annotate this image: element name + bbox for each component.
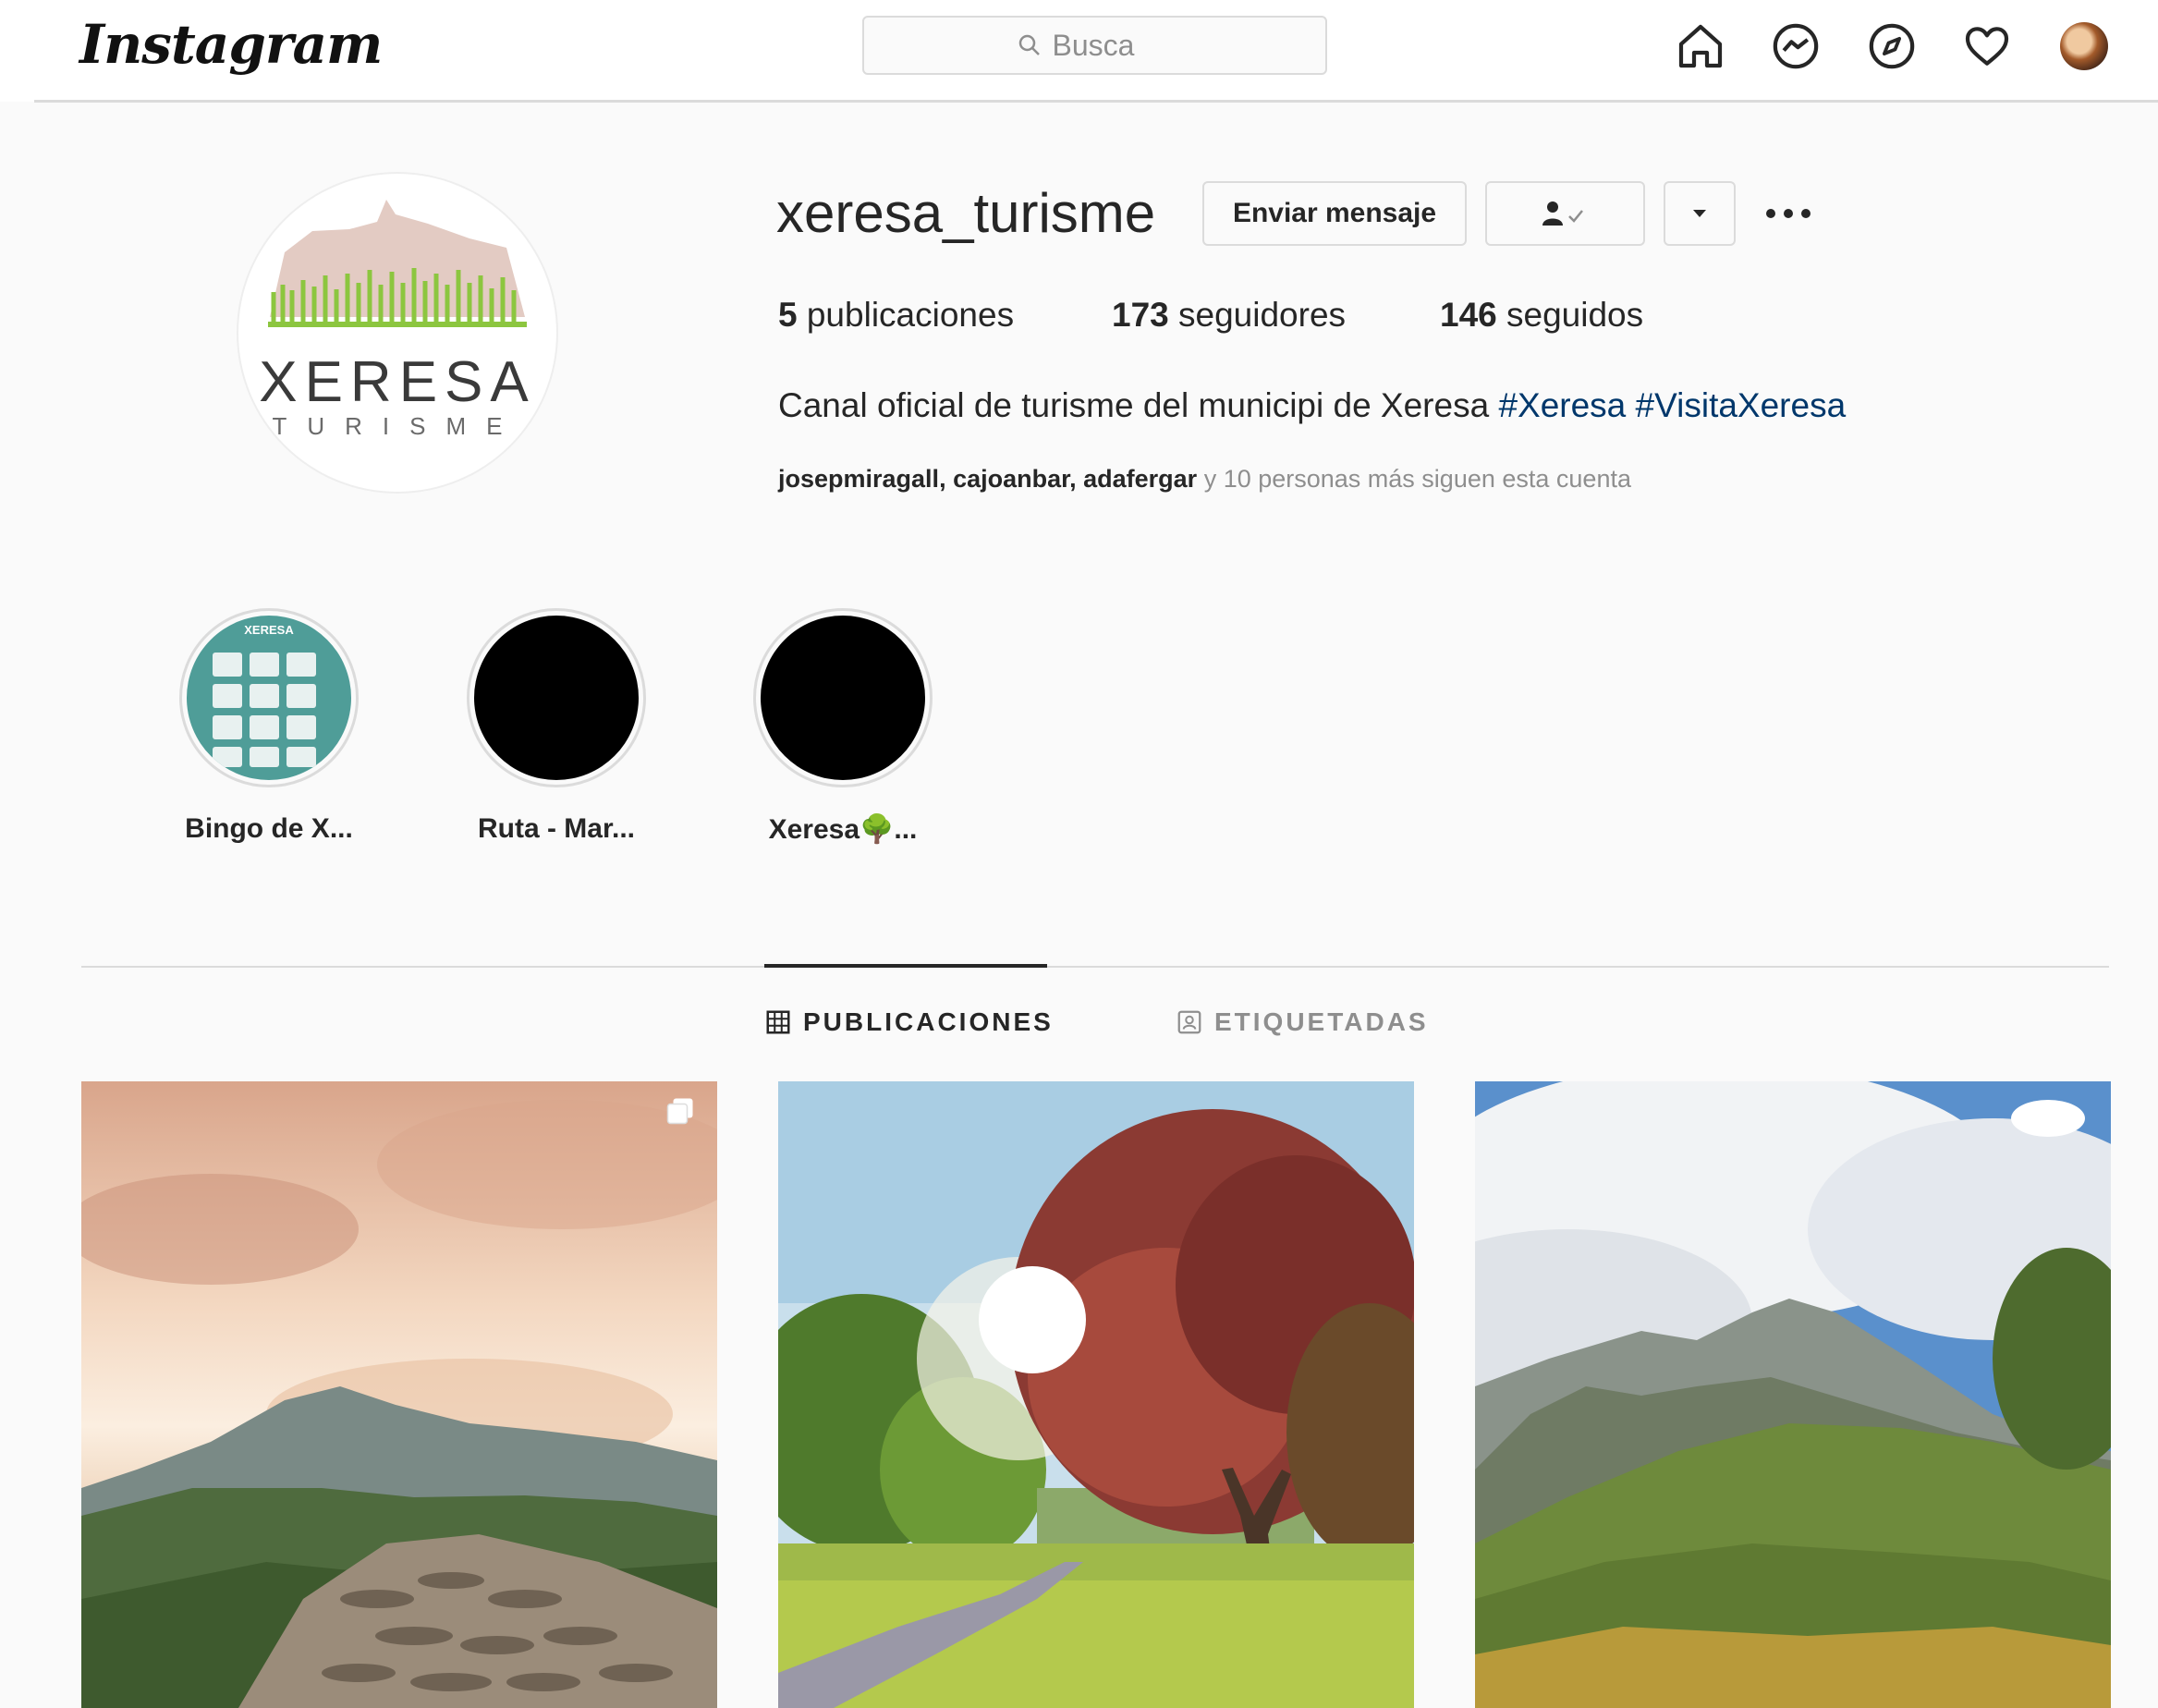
logo-wordmark: XERESA xyxy=(259,350,536,414)
top-navigation-bar: Instagram xyxy=(0,0,2158,102)
posts-count: 5 xyxy=(778,296,798,334)
search-input[interactable] xyxy=(1050,27,1175,64)
tabs-divider xyxy=(81,966,2109,968)
logo-subtitle: TURISME xyxy=(272,412,523,440)
xeresa-turisme-logo xyxy=(268,200,527,327)
post-thumbnail[interactable] xyxy=(778,1081,1414,1708)
bio-text: Canal oficial de turisme del municipi de… xyxy=(778,386,1499,424)
following-label: seguidos xyxy=(1506,296,1644,334)
caret-down-icon xyxy=(1693,210,1706,217)
person-check-icon xyxy=(1542,201,1583,226)
more-options-icon[interactable] xyxy=(1762,198,1815,229)
followers-count: 173 xyxy=(1112,296,1169,334)
carousel-icon xyxy=(666,1098,693,1125)
topbar-divider xyxy=(34,100,2158,103)
user-avatar[interactable] xyxy=(2060,22,2108,70)
suggestions-dropdown-button[interactable] xyxy=(1664,181,1736,246)
post-thumbnail[interactable] xyxy=(81,1081,717,1708)
highlight-ruta[interactable] xyxy=(467,608,646,787)
highlight-label: Bingo de X... xyxy=(185,813,353,844)
tab-etiquetadas[interactable]: ETIQUETADAS xyxy=(1176,1007,1429,1037)
stat-followers[interactable]: 173 seguidores xyxy=(1112,296,1346,335)
tag-icon xyxy=(1177,1010,1201,1034)
followed-by-suffix: y 10 personas más siguen esta cuenta xyxy=(1197,465,1631,493)
posts-label: publicaciones xyxy=(806,296,1015,334)
heart-icon[interactable] xyxy=(1961,20,2013,72)
tab-label: ETIQUETADAS xyxy=(1214,1007,1429,1036)
following-count: 146 xyxy=(1440,296,1497,334)
tab-label: PUBLICACIONES xyxy=(803,1007,1054,1036)
highlight-cover: XERESA xyxy=(187,616,351,780)
grid-icon xyxy=(766,1010,790,1034)
tab-publicaciones[interactable]: PUBLICACIONES xyxy=(764,1007,1054,1037)
profile-bio: Canal oficial de turisme del municipi de… xyxy=(778,386,1846,425)
highlight-xeresa[interactable] xyxy=(753,608,933,787)
highlight-cover xyxy=(474,616,639,780)
highlight-label: Xeresa🌳... xyxy=(768,814,918,845)
messenger-icon[interactable] xyxy=(1770,20,1822,72)
profile-username: xeresa_turisme xyxy=(776,182,1156,244)
search-box[interactable] xyxy=(862,16,1327,75)
explore-icon[interactable] xyxy=(1866,20,1918,72)
post-thumbnail[interactable] xyxy=(1475,1081,2111,1708)
highlight-label: Ruta - Mar... xyxy=(477,813,636,844)
following-button[interactable] xyxy=(1485,181,1645,246)
send-message-button[interactable]: Enviar mensaje xyxy=(1202,181,1467,246)
highlight-bingo[interactable]: XERESA xyxy=(179,608,359,787)
post-image-park-tree xyxy=(778,1081,1414,1708)
followers-label: seguidores xyxy=(1178,296,1347,334)
post-image-mountain-valley xyxy=(1475,1081,2111,1708)
followed-by[interactable]: josepmiragall, cajoanbar, adafergar y 10… xyxy=(778,465,1631,494)
stat-posts: 5 publicaciones xyxy=(778,296,1014,335)
search-icon xyxy=(1018,34,1040,55)
instagram-logo[interactable]: Instagram xyxy=(79,13,383,76)
active-tab-indicator xyxy=(764,964,1047,968)
followed-by-names[interactable]: josepmiragall, cajoanbar, adafergar xyxy=(778,465,1197,493)
highlight-cover xyxy=(761,616,925,780)
home-icon[interactable] xyxy=(1675,20,1726,72)
post-image-mountain-stones xyxy=(81,1081,717,1708)
stat-following[interactable]: 146 seguidos xyxy=(1440,296,1643,335)
bio-hashtags[interactable]: #Xeresa #VisitaXeresa xyxy=(1498,386,1846,424)
profile-picture[interactable]: XERESA TURISME xyxy=(238,174,556,492)
bingo-grid-graphic xyxy=(213,653,316,767)
highlight-cover-title: XERESA xyxy=(244,623,294,637)
